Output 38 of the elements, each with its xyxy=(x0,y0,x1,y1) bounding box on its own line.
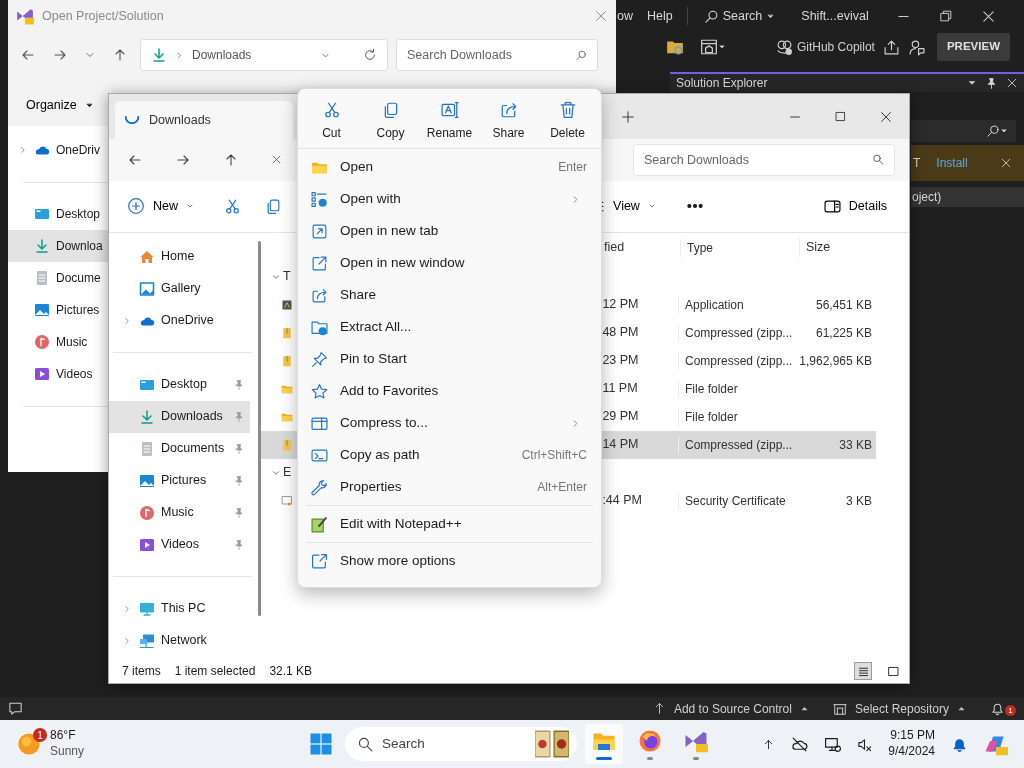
weather-text: Sunny xyxy=(50,744,85,760)
table-cell: 12 PM xyxy=(602,297,639,312)
shortcut-text: Alt+Enter xyxy=(537,479,588,496)
search-placeholder: Search xyxy=(382,734,425,753)
table-cell: 33 KB xyxy=(839,437,872,452)
info-text: T xyxy=(913,155,921,172)
table-cell: 14 PM xyxy=(602,437,639,452)
table-cell: 29 PM xyxy=(602,409,639,424)
table-cell: 23 PM xyxy=(602,353,639,368)
shortcut-text: Enter xyxy=(558,159,588,176)
table-cell: 1,962,965 KB xyxy=(799,353,872,368)
table-cell: :44 PM xyxy=(602,493,642,508)
window-title: Open Project/Solution xyxy=(42,7,164,25)
date-text: 9/4/2024 xyxy=(888,744,935,758)
table-cell: Compressed (zipp... xyxy=(685,325,793,340)
table-cell: 3 KB xyxy=(846,493,872,508)
notification-badge: 1 xyxy=(33,728,47,742)
table-cell: 48 PM xyxy=(602,325,639,340)
notification-badge: 1 xyxy=(1005,705,1016,716)
panel-title: Solution Explorer xyxy=(676,75,768,92)
table-cell: 11 PM xyxy=(602,381,638,396)
table-cell: Compressed (zipp... xyxy=(685,437,793,452)
solution-name: Shift...evival xyxy=(801,7,869,25)
table-cell: Security Certificate xyxy=(685,493,786,508)
status-text: 7 items xyxy=(122,663,161,681)
temperature-text: 86°F xyxy=(50,728,77,744)
group-header: E xyxy=(283,464,292,482)
table-cell: Compressed (zipp... xyxy=(685,353,793,368)
status-text: 32.1 KB xyxy=(269,663,313,681)
shortcut-text: Ctrl+Shift+C xyxy=(521,447,588,464)
status-text: 1 item selected xyxy=(174,663,256,681)
table-cell: File folder xyxy=(685,409,738,424)
time-text: 9:15 PM xyxy=(890,728,935,743)
table-cell: 61,225 KB xyxy=(815,325,872,340)
table-cell: File folder xyxy=(685,381,738,396)
table-cell: Application xyxy=(685,297,744,312)
group-header: T xyxy=(283,268,291,286)
table-cell: 56,451 KB xyxy=(815,297,872,312)
